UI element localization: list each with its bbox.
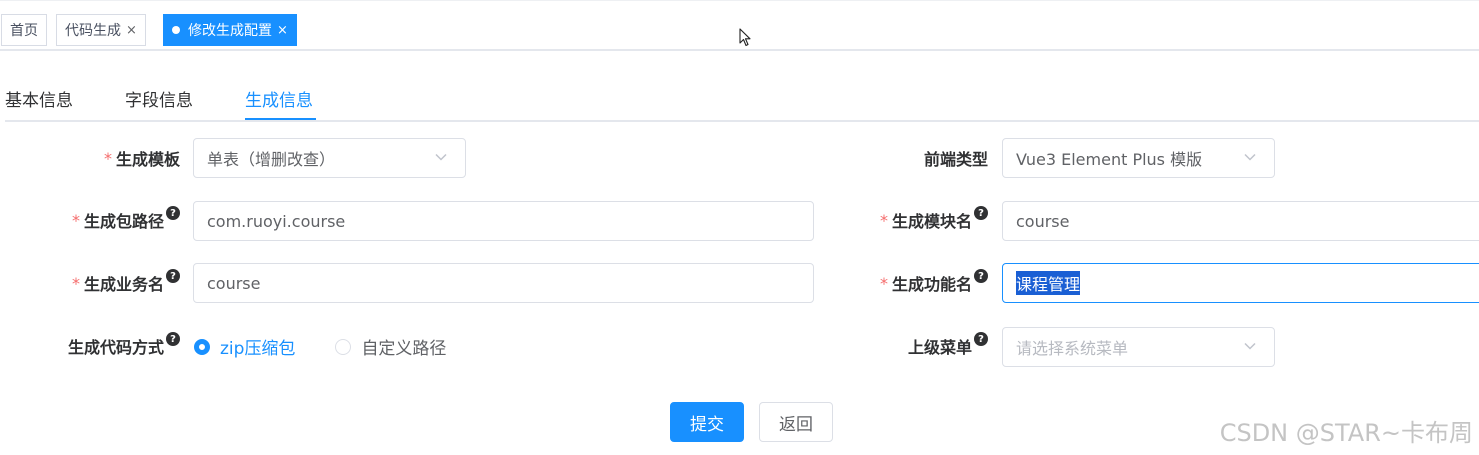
select-value: 单表（增删改查） <box>207 150 336 169</box>
business-name-label: * 生成业务名 ? <box>0 269 180 297</box>
close-icon[interactable]: × <box>126 23 137 38</box>
tag-label: 代码生成 <box>65 23 121 39</box>
function-name-input[interactable]: 课程管理 <box>1002 263 1479 303</box>
question-circle-icon[interactable]: ? <box>974 269 988 283</box>
module-name-input[interactable]: course <box>1002 201 1479 241</box>
parent-menu-label: 上级菜单 ? <box>800 332 988 360</box>
web-type-label: 前端类型 <box>800 146 988 170</box>
label-text: 生成包路径 <box>83 212 164 231</box>
select-value: Vue3 Element Plus 模版 <box>1016 150 1203 169</box>
chevron-down-icon <box>1244 342 1256 350</box>
radio-zip[interactable]: zip压缩包 <box>194 334 295 359</box>
label-text: 生成功能名 <box>891 275 972 294</box>
web-type-select[interactable]: Vue3 Element Plus 模版 <box>1002 138 1275 178</box>
required-mark: * <box>103 148 112 168</box>
input-value: com.ruoyi.course <box>207 211 346 231</box>
active-tab-indicator <box>245 118 316 120</box>
question-circle-icon[interactable]: ? <box>166 332 180 346</box>
question-circle-icon[interactable]: ? <box>166 269 180 283</box>
tag-home[interactable]: 首页 <box>1 14 47 46</box>
radio-label: 自定义路径 <box>361 339 447 359</box>
required-mark: * <box>71 273 80 293</box>
required-mark: * <box>879 210 888 230</box>
label-text: 生成模块名 <box>891 212 972 231</box>
tag-label: 修改生成配置 <box>188 23 272 39</box>
tab-field-info[interactable]: 字段信息 <box>125 86 193 111</box>
mouse-cursor-icon <box>739 28 751 47</box>
label-text: 上级菜单 <box>907 338 972 357</box>
question-circle-icon[interactable]: ? <box>974 332 988 346</box>
chevron-down-icon <box>1244 153 1256 161</box>
required-mark: * <box>71 210 80 230</box>
parent-menu-select[interactable]: 请选择系统菜单 <box>1002 327 1275 367</box>
module-name-label: * 生成模块名 ? <box>800 206 988 234</box>
radio-checked-icon <box>194 338 210 355</box>
question-circle-icon[interactable]: ? <box>974 206 988 220</box>
tag-label: 首页 <box>10 23 38 39</box>
label-text: 生成业务名 <box>83 275 164 294</box>
tag-code-gen[interactable]: 代码生成 × <box>56 14 146 46</box>
label-text: 生成代码方式 <box>67 338 164 357</box>
required-mark: * <box>879 273 888 293</box>
package-name-input[interactable]: com.ruoyi.course <box>193 201 814 241</box>
active-dot-icon <box>172 26 180 34</box>
back-button[interactable]: 返回 <box>759 402 833 442</box>
chevron-down-icon <box>435 153 447 161</box>
tag-edit-gen-config[interactable]: 修改生成配置 × <box>163 14 297 46</box>
radio-custom-path[interactable]: 自定义路径 <box>335 334 446 359</box>
input-value: 课程管理 <box>1016 271 1081 295</box>
close-icon[interactable]: × <box>277 23 288 38</box>
tpl-category-select[interactable]: 单表（增删改查） <box>193 138 466 178</box>
config-tabs: 基本信息 字段信息 生成信息 <box>5 80 1479 122</box>
gen-type-label: 生成代码方式 ? <box>0 332 180 360</box>
select-placeholder: 请选择系统菜单 <box>1016 339 1129 358</box>
radio-unchecked-icon <box>335 338 352 355</box>
gen-type-radio-group: zip压缩包 自定义路径 <box>194 334 486 359</box>
watermark: CSDN @STAR~卡布周 <box>1219 419 1473 447</box>
label-text: 前端类型 <box>923 150 988 169</box>
business-name-input[interactable]: course <box>193 263 814 303</box>
submit-button[interactable]: 提交 <box>670 402 744 442</box>
tab-basic-info[interactable]: 基本信息 <box>5 86 73 111</box>
label-text: 生成模板 <box>115 150 180 169</box>
tab-gen-info[interactable]: 生成信息 <box>245 86 313 111</box>
question-circle-icon[interactable]: ? <box>166 206 180 220</box>
radio-label: zip压缩包 <box>220 339 296 359</box>
tpl-category-label: * 生成模板 <box>0 146 180 170</box>
package-name-label: * 生成包路径 ? <box>0 206 180 234</box>
function-name-label: * 生成功能名 ? <box>800 269 988 297</box>
input-value: course <box>207 273 261 293</box>
input-value: course <box>1016 211 1070 231</box>
